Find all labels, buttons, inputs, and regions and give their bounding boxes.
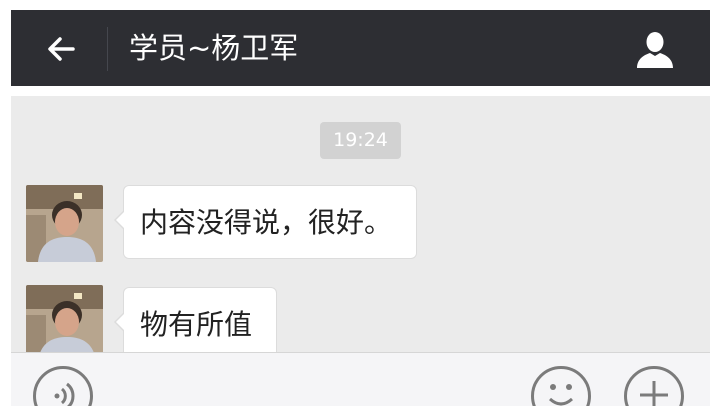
message-bubble[interactable]: 内容没得说，很好。 [113,185,418,259]
avatar[interactable] [26,185,103,262]
back-arrow-icon [48,37,75,61]
chat-title: 学员~杨卫军 [129,31,299,65]
input-toolbar [11,352,710,406]
chat-screen: 学员~杨卫军 19:24 内容没得说，很好。 物有所值 [0,0,720,406]
avatar[interactable] [26,285,103,352]
back-button[interactable] [41,29,81,69]
voice-icon [54,382,75,406]
person-icon [637,32,673,68]
title-divider [107,27,108,71]
emoji-button[interactable] [531,366,591,406]
more-button[interactable] [624,366,684,406]
profile-button[interactable] [631,26,679,74]
message-list[interactable]: 19:24 内容没得说，很好。 物有所值 [11,96,710,352]
message-bubble[interactable]: 物有所值 [113,287,278,352]
timestamp-badge: 19:24 [320,122,401,159]
avatar-photo [26,285,103,352]
avatar-photo [26,185,103,262]
plus-icon [640,381,668,406]
voice-button[interactable] [33,366,93,406]
title-bar: 学员~杨卫军 [11,10,710,86]
emoji-icon [548,384,574,406]
